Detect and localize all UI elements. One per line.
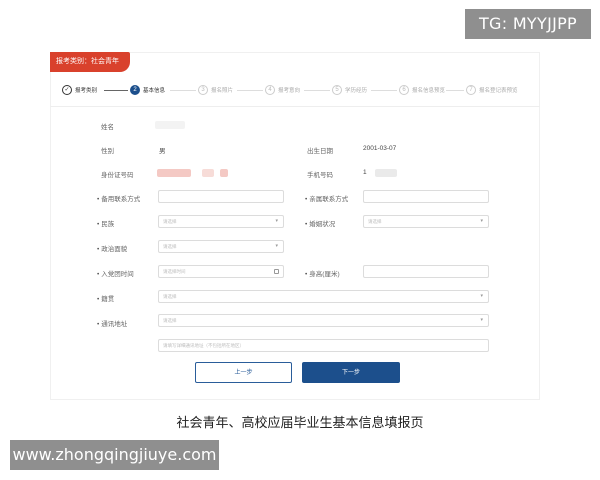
step-1[interactable]: ✓ 报考类别 (62, 82, 97, 98)
address-label: • 通讯地址 (97, 318, 127, 328)
step-connector (371, 90, 397, 91)
chevron-down-icon: ▾ (275, 218, 278, 224)
label-text: 入党团时间 (101, 271, 134, 278)
input-placeholder: 请填写详细通讯地址（不包括所在地区） (163, 343, 244, 348)
step-label: 报名照片 (211, 88, 234, 94)
figure-caption: 社会青年、高校应届毕业生基本信息填报页 (176, 416, 424, 431)
required-dot: • (305, 221, 308, 228)
section-divider (50, 106, 540, 107)
name-label: 姓名 (101, 124, 114, 131)
watermark-top-right: TG: MYYJJPP (465, 9, 591, 39)
address-region-select[interactable]: 请选择 ▾ (158, 314, 489, 327)
backup-contact-input[interactable] (158, 190, 284, 203)
prev-step-button[interactable]: 上一步 (195, 362, 292, 383)
address-detail-input[interactable]: 请填写详细通讯地址（不包括所在地区） (158, 339, 489, 352)
phone-prefix: 1 (363, 169, 367, 176)
calendar-icon (274, 269, 279, 274)
id-value-redacted (220, 169, 228, 177)
gender-value: 男 (159, 148, 166, 155)
phone-label: 手机号码 (307, 172, 333, 179)
step-label: 报名登记表预览 (479, 88, 518, 94)
step-connector (237, 90, 263, 91)
step-label: 报考意向 (278, 88, 301, 94)
watermark-bottom-left: www.zhongqingjiuye.com (10, 440, 219, 470)
label-text: 政治面貌 (101, 246, 128, 253)
step-2[interactable]: 2 基本信息 (130, 82, 165, 98)
step-connector (304, 90, 330, 91)
required-dot: • (97, 196, 100, 203)
step-label: 报考类别 (75, 88, 98, 94)
birth-value: 2001-03-07 (363, 145, 397, 152)
required-dot: • (97, 246, 100, 253)
id-value-redacted (202, 169, 214, 177)
chevron-down-icon: ▾ (480, 317, 483, 323)
select-placeholder: 请选择 (163, 318, 177, 323)
height-input[interactable] (363, 265, 489, 278)
select-placeholder: 请选择 (368, 219, 382, 224)
step-number: 2 (130, 85, 140, 95)
label-text: 籍贯 (101, 296, 115, 303)
label-text: 婚姻状况 (309, 221, 336, 228)
step-number: 6 (399, 85, 409, 95)
birth-label: 出生日期 (307, 148, 333, 155)
height-label: • 身高(厘米) (305, 268, 340, 278)
category-tag: 报考类别：社会青年 (50, 52, 130, 72)
required-dot: • (97, 321, 100, 328)
label-text: 备用联系方式 (101, 196, 141, 203)
required-dot: • (97, 296, 100, 303)
chevron-down-icon: ▾ (480, 218, 483, 224)
political-select[interactable]: 请选择 ▾ (158, 240, 284, 253)
chevron-down-icon: ▾ (275, 243, 278, 249)
label-text: 身高(厘米) (309, 271, 340, 278)
marital-select[interactable]: 请选择 ▾ (363, 215, 489, 228)
step-7[interactable]: 7 报名登记表预览 (466, 82, 518, 98)
required-dot: • (305, 271, 308, 278)
select-placeholder: 请选择 (163, 294, 177, 299)
join-time-datepicker[interactable]: 请选择时间 (158, 265, 284, 278)
chevron-down-icon: ▾ (480, 293, 483, 299)
step-number: 5 (332, 85, 342, 95)
native-place-label: • 籍贯 (97, 293, 114, 303)
marital-label: • 婚姻状况 (305, 218, 335, 228)
required-dot: • (97, 271, 100, 278)
step-4[interactable]: 4 报考意向 (265, 82, 300, 98)
required-dot: • (97, 221, 100, 228)
step-6[interactable]: 6 报名信息预览 (399, 82, 445, 98)
step-3[interactable]: 3 报名照片 (198, 82, 233, 98)
label-text: 民族 (101, 221, 115, 228)
step-number: 4 (265, 85, 275, 95)
family-contact-label: • 亲属联系方式 (305, 193, 348, 203)
screenshot-stage: TG: MYYJJPP 报考类别：社会青年 ✓ 报考类别 2 基本信息 3 报名… (0, 0, 600, 480)
ethnicity-select[interactable]: 请选择 ▾ (158, 215, 284, 228)
id-label: 身份证号码 (101, 172, 134, 179)
join-time-label: • 入党团时间 (97, 268, 134, 278)
select-placeholder: 请选择 (163, 219, 177, 224)
step-indicator: ✓ 报考类别 2 基本信息 3 报名照片 4 报考意向 5 学历经历 6 报名信… (62, 82, 532, 98)
step-label: 报名信息预览 (412, 88, 446, 94)
step-label: 学历经历 (345, 88, 368, 94)
name-value-redacted (155, 121, 185, 129)
ethnicity-label: • 民族 (97, 218, 114, 228)
gender-label: 性别 (101, 148, 114, 155)
step-connector (446, 90, 464, 91)
native-place-select[interactable]: 请选择 ▾ (158, 290, 489, 303)
step-connector (104, 90, 128, 91)
step-label: 基本信息 (143, 88, 166, 94)
label-text: 通讯地址 (101, 321, 128, 328)
next-step-button[interactable]: 下一步 (302, 362, 400, 383)
backup-contact-label: • 备用联系方式 (97, 193, 140, 203)
check-icon: ✓ (62, 85, 72, 95)
step-5[interactable]: 5 学历经历 (332, 82, 367, 98)
step-connector (170, 90, 196, 91)
id-value-redacted (157, 169, 191, 177)
required-dot: • (305, 196, 308, 203)
select-placeholder: 请选择 (163, 244, 177, 249)
step-number: 3 (198, 85, 208, 95)
date-placeholder: 请选择时间 (163, 269, 186, 274)
phone-value-redacted (375, 169, 397, 177)
political-label: • 政治面貌 (97, 243, 127, 253)
step-number: 7 (466, 85, 476, 95)
label-text: 亲属联系方式 (309, 196, 349, 203)
family-contact-input[interactable] (363, 190, 489, 203)
